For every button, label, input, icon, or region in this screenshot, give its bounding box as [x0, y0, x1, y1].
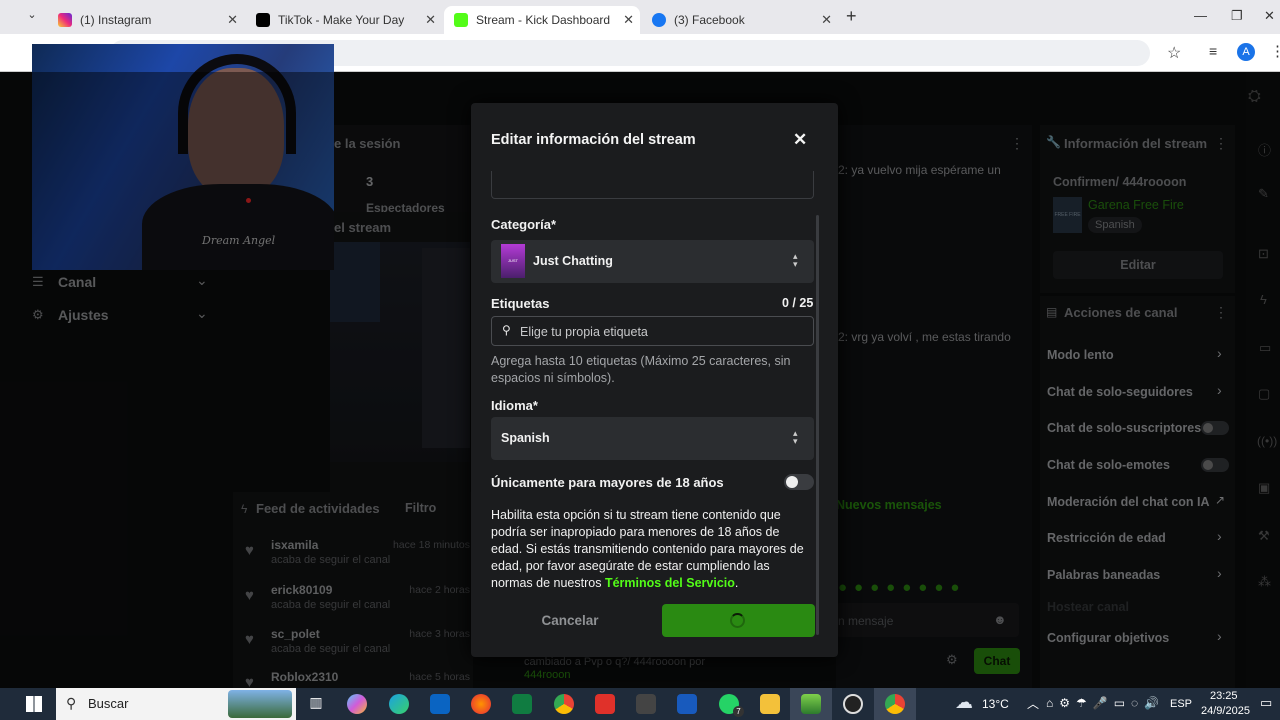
- tab-label: (1) Instagram: [80, 13, 152, 27]
- excel-icon[interactable]: [512, 694, 532, 714]
- tab-label: TikTok - Make Your Day: [278, 13, 405, 27]
- tiktok-icon: [256, 13, 270, 27]
- input-language[interactable]: ESP: [1170, 698, 1192, 710]
- close-icon[interactable]: ✕: [793, 130, 807, 150]
- cancel-button[interactable]: Cancelar: [491, 604, 649, 637]
- chrome-profile-icon[interactable]: [885, 694, 905, 714]
- task-view-icon[interactable]: ▥: [306, 694, 326, 714]
- copilot-icon[interactable]: [347, 694, 367, 714]
- modal-title: Editar información del stream: [491, 132, 696, 148]
- close-tab-icon[interactable]: ✕: [623, 12, 634, 28]
- tab-tiktok[interactable]: TikTok - Make Your Day ✕: [246, 6, 442, 34]
- select-arrows-icon: ▴ ▾: [793, 251, 798, 269]
- terms-end: .: [734, 576, 739, 590]
- tags-input[interactable]: ⚲ Elige tu propia etiqueta: [491, 316, 814, 346]
- tab-kick-dashboard[interactable]: Stream - Kick Dashboard ✕: [444, 6, 640, 34]
- firefox-icon[interactable]: [471, 694, 491, 714]
- kick-icon: [454, 13, 468, 27]
- taskbar-search[interactable]: ⚲ Buscar: [56, 688, 296, 720]
- select-arrows-icon: ▴ ▾: [793, 428, 798, 446]
- profile-avatar[interactable]: A: [1237, 43, 1255, 61]
- modal-scrollbar[interactable]: [816, 215, 819, 635]
- taskbar-search-label: Buscar: [88, 696, 129, 711]
- restore-button[interactable]: ❐: [1231, 8, 1243, 24]
- tags-placeholder: Elige tu propia etiqueta: [520, 325, 648, 339]
- close-tab-icon[interactable]: ✕: [425, 12, 436, 28]
- category-label: Categoría*: [491, 217, 557, 232]
- title-field[interactable]: [491, 171, 814, 199]
- terms-link[interactable]: Términos del Servicio: [605, 576, 735, 590]
- tab-instagram[interactable]: (1) Instagram ✕: [48, 6, 244, 34]
- close-tab-icon[interactable]: ✕: [821, 12, 832, 28]
- tab-list-chevron-icon[interactable]: ⌄: [22, 8, 42, 26]
- category-value: Just Chatting: [533, 254, 613, 268]
- mature-toggle[interactable]: [784, 474, 814, 490]
- whatsapp-badge: 7: [733, 706, 744, 717]
- outlook-icon[interactable]: [430, 694, 450, 714]
- file-explorer-icon[interactable]: [760, 694, 780, 714]
- streaming-app-icon[interactable]: [801, 694, 821, 714]
- notification-icon[interactable]: ▭: [1260, 695, 1272, 711]
- edge-icon[interactable]: [389, 694, 409, 714]
- bookmark-star-icon[interactable]: ☆: [1167, 43, 1181, 63]
- search-highlight-image: [228, 690, 292, 718]
- chrome-icon[interactable]: [554, 694, 574, 714]
- category-select[interactable]: JUST CHATTING Just Chatting ▴▾: [491, 240, 814, 283]
- clock-time[interactable]: 23:25: [1210, 690, 1238, 702]
- tab-facebook[interactable]: (3) Facebook ✕: [642, 6, 838, 34]
- minimize-button[interactable]: —: [1194, 8, 1207, 23]
- tab-label: (3) Facebook: [674, 13, 745, 27]
- facebook-icon: [652, 13, 666, 27]
- mature-label: Únicamente para mayores de 18 años: [491, 475, 724, 490]
- film-editor-icon[interactable]: [636, 694, 656, 714]
- tray-icons[interactable]: ⌂⚙☂🎤▭◌🔊: [1046, 696, 1165, 710]
- weather-cloud-icon[interactable]: ☁: [955, 692, 973, 713]
- browser-menu-icon[interactable]: ⋮: [1270, 42, 1280, 60]
- obs-icon[interactable]: [843, 694, 863, 714]
- loading-spinner-icon: [730, 613, 745, 628]
- edit-stream-modal: Editar información del stream ✕ Categorí…: [471, 103, 838, 657]
- tab-label: Stream - Kick Dashboard: [476, 13, 611, 27]
- browser-tab-bar: ⌄ (1) Instagram ✕ TikTok - Make Your Day…: [0, 0, 1280, 34]
- language-select[interactable]: Spanish ▴ ▾: [491, 417, 814, 460]
- close-tab-icon[interactable]: ✕: [227, 12, 238, 28]
- temperature[interactable]: 13°C: [982, 697, 1009, 711]
- word-icon[interactable]: [677, 694, 697, 714]
- new-tab-button[interactable]: +: [846, 6, 857, 27]
- close-window-button[interactable]: ✕: [1264, 8, 1275, 24]
- language-label: Idioma*: [491, 398, 538, 413]
- save-button[interactable]: [662, 604, 815, 637]
- instagram-icon: [58, 13, 72, 27]
- mature-description: Habilita esta opción si tu stream tiene …: [491, 507, 813, 592]
- tray-chevron-up-icon[interactable]: ︿: [1027, 695, 1039, 712]
- search-icon: ⚲: [66, 695, 77, 711]
- media-control-icon[interactable]: ≡: [1209, 43, 1217, 59]
- windows-start-icon[interactable]: [26, 696, 42, 712]
- language-value: Spanish: [501, 431, 550, 445]
- tags-count: 0 / 25: [782, 296, 814, 310]
- wps-icon[interactable]: [595, 694, 615, 714]
- category-thumbnail: JUST CHATTING: [501, 244, 525, 278]
- clock-date[interactable]: 24/9/2025: [1201, 705, 1250, 717]
- tags-label: Etiquetas: [491, 296, 550, 311]
- search-icon: ⚲: [502, 323, 511, 337]
- tags-hint: Agrega hasta 10 etiquetas (Máximo 25 car…: [491, 354, 791, 385]
